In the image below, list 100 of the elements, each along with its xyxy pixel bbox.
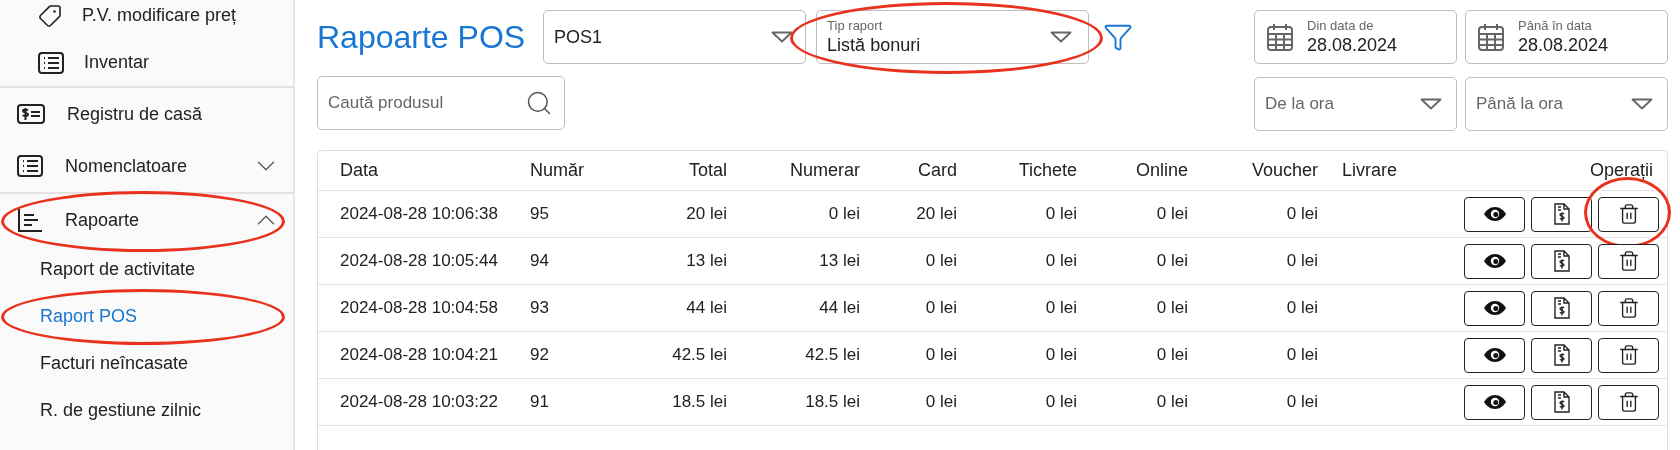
- column-header: Operații: [1588, 159, 1654, 182]
- table-cell: 2024-08-28 10:04:21: [340, 345, 498, 365]
- receipt-button[interactable]: [1531, 290, 1592, 326]
- table-cell: 0 lei: [1286, 298, 1318, 318]
- table-cell: 0 lei: [1286, 392, 1318, 412]
- column-header: Livrare: [1341, 159, 1399, 182]
- receipt-dollar-icon: [1553, 250, 1570, 272]
- calendar-icon: [1267, 23, 1293, 51]
- calendar-icon: [1478, 23, 1504, 51]
- search-field[interactable]: Caută produsul: [317, 76, 565, 130]
- sidebar-subitem[interactable]: Facturi neîncasate: [0, 340, 293, 387]
- list-icon: [38, 51, 64, 74]
- column-header: Online: [1134, 159, 1188, 182]
- table-cell: 95: [530, 204, 549, 224]
- table-cell: 0 lei: [925, 345, 957, 365]
- date-field[interactable]: Până în data 28.08.2024: [1465, 10, 1668, 64]
- view-button[interactable]: [1464, 290, 1525, 326]
- report-type-select[interactable]: Tip raport Listă bonuri: [816, 10, 1090, 64]
- table-cell: 93: [530, 298, 549, 318]
- receipt-dollar-icon: [1553, 344, 1570, 366]
- table-cell: 18.5 lei: [672, 392, 727, 412]
- delete-button[interactable]: [1598, 384, 1659, 420]
- column-header: Număr: [530, 159, 585, 182]
- table-cell: 44 lei: [686, 298, 727, 318]
- trash-icon: [1617, 297, 1640, 319]
- date-field[interactable]: Din data de 28.08.2024: [1254, 10, 1457, 64]
- table-cell: 0 lei: [1045, 345, 1077, 365]
- table-cell: 94: [530, 251, 549, 271]
- sidebar-subitem[interactable]: R. de gestiune zilnic: [0, 387, 293, 434]
- sidebar-subitem[interactable]: Raport POS: [0, 293, 293, 340]
- table-cell: 0 lei: [925, 251, 957, 271]
- delete-button[interactable]: [1598, 290, 1659, 326]
- trash-icon: [1617, 203, 1640, 225]
- trash-icon: [1617, 391, 1640, 413]
- dropdown-triangle-icon: [771, 31, 794, 43]
- table-cell: 18.5 lei: [805, 392, 860, 412]
- trash-icon: [1617, 250, 1640, 272]
- receipt-button[interactable]: [1531, 196, 1592, 232]
- dropdown-triangle-icon: [1631, 98, 1653, 110]
- view-button[interactable]: [1464, 337, 1525, 373]
- column-header: Numerar: [789, 159, 860, 182]
- tag-icon: [38, 3, 62, 28]
- eye-icon: [1483, 395, 1506, 409]
- table-cell: 0 lei: [1045, 204, 1077, 224]
- receipt-button[interactable]: [1531, 384, 1592, 420]
- table-cell: 44 lei: [819, 298, 860, 318]
- time-select[interactable]: De la ora: [1254, 77, 1457, 131]
- view-button[interactable]: [1464, 196, 1525, 232]
- view-button[interactable]: [1464, 243, 1525, 279]
- receipt-dollar-icon: [1553, 203, 1570, 225]
- sidebar-item[interactable]: Inventar: [0, 39, 293, 86]
- delete-button[interactable]: [1598, 196, 1659, 232]
- sidebar-section[interactable]: Registru de casă: [0, 88, 293, 140]
- receipt-dollar-icon: [1553, 297, 1570, 319]
- sidebar-section[interactable]: Rapoarte: [0, 194, 293, 246]
- table-cell: 0 lei: [1156, 392, 1188, 412]
- table-cell: 20 lei: [686, 204, 727, 224]
- table-cell: 42.5 lei: [805, 345, 860, 365]
- table-cell: 0 lei: [1045, 392, 1077, 412]
- sidebar-item[interactable]: P.V. modificare preț: [0, 0, 293, 39]
- delete-button[interactable]: [1598, 243, 1659, 279]
- column-header: Data: [340, 159, 380, 182]
- list-icon: [17, 155, 43, 177]
- report-chart-icon: [17, 208, 43, 232]
- table-cell: 42.5 lei: [672, 345, 727, 365]
- dropdown-triangle-icon: [1420, 98, 1442, 110]
- table-cell: 20 lei: [916, 204, 957, 224]
- column-header: Card: [917, 159, 957, 182]
- eye-icon: [1483, 254, 1506, 268]
- table-cell: 0 lei: [1156, 251, 1188, 271]
- view-button[interactable]: [1464, 384, 1525, 420]
- table-cell: 0 lei: [828, 204, 860, 224]
- filter-icon[interactable]: [1103, 22, 1134, 52]
- table-cell: 0 lei: [1156, 204, 1188, 224]
- table-cell: 2024-08-28 10:03:22: [340, 392, 498, 412]
- table-cell: 13 lei: [686, 251, 727, 271]
- delete-button[interactable]: [1598, 337, 1659, 373]
- table-cell: 2024-08-28 10:05:44: [340, 251, 498, 271]
- trash-icon: [1617, 344, 1640, 366]
- dropdown-triangle-icon: [1050, 31, 1073, 43]
- pos-select[interactable]: POS1: [543, 10, 807, 64]
- table-cell: 2024-08-28 10:06:38: [340, 204, 498, 224]
- time-select[interactable]: Până la ora: [1465, 77, 1668, 131]
- column-header: Voucher: [1250, 159, 1318, 182]
- table-cell: 0 lei: [1156, 345, 1188, 365]
- table-cell: 13 lei: [819, 251, 860, 271]
- table-cell: 0 lei: [1045, 251, 1077, 271]
- receipt-dollar-icon: [1553, 391, 1570, 413]
- table-cell: 92: [530, 345, 549, 365]
- cash-register-icon: [17, 104, 45, 124]
- sidebar-section[interactable]: Nomenclatoare: [0, 140, 293, 192]
- sidebar-subitem[interactable]: Raport de activitate: [0, 246, 293, 293]
- table-cell: 91: [530, 392, 549, 412]
- table-cell: 0 lei: [1286, 204, 1318, 224]
- eye-icon: [1483, 301, 1506, 315]
- receipt-button[interactable]: [1531, 337, 1592, 373]
- table-cell: 0 lei: [925, 392, 957, 412]
- receipt-button[interactable]: [1531, 243, 1592, 279]
- eye-icon: [1483, 207, 1506, 221]
- table-cell: 0 lei: [1045, 298, 1077, 318]
